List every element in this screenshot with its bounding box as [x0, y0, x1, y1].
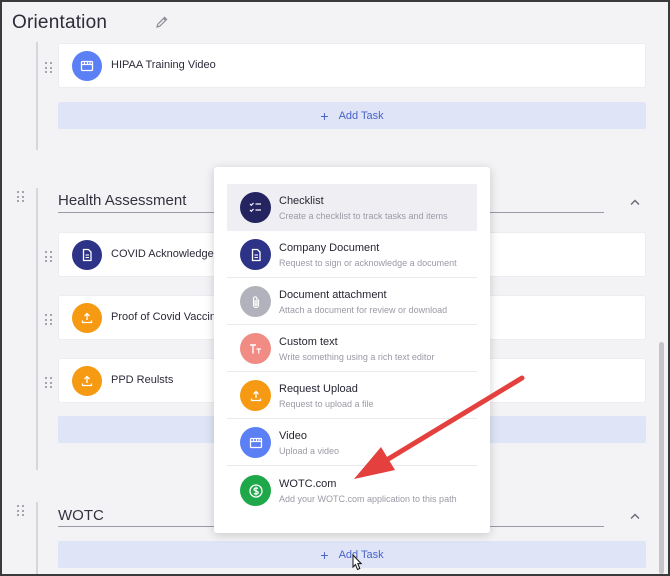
- section-drag-handle-icon[interactable]: [17, 191, 25, 203]
- drag-handle-icon[interactable]: [45, 314, 53, 326]
- plus-icon: +: [320, 546, 329, 563]
- section-title-wotc[interactable]: WOTC: [58, 507, 104, 524]
- chevron-up-icon[interactable]: [629, 198, 641, 206]
- chevron-up-icon[interactable]: [629, 512, 641, 520]
- checklist-icon: [240, 192, 271, 223]
- add-task-label: Add Task: [338, 548, 384, 561]
- section-drag-handle-icon[interactable]: [17, 505, 25, 517]
- menu-item-description: Attach a document for review or download: [279, 305, 448, 315]
- upload-icon: [72, 303, 102, 333]
- dollar-icon: [240, 475, 271, 506]
- text-icon: [240, 333, 271, 364]
- drag-handle-icon[interactable]: [45, 251, 53, 263]
- menu-item-title: Checklist: [279, 195, 324, 207]
- page-title: Orientation: [12, 12, 108, 33]
- menu-item-company-document[interactable]: Company Document Request to sign or ackn…: [227, 231, 477, 278]
- task-label: COVID Acknowledgem: [111, 248, 223, 260]
- upload-icon: [72, 366, 102, 396]
- paperclip-icon: [240, 286, 271, 317]
- section-connector-line: [36, 188, 38, 470]
- task-type-menu: Checklist Create a checklist to track ta…: [214, 167, 490, 533]
- menu-item-description: Request to upload a file: [279, 399, 374, 409]
- menu-item-description: Add your WOTC.com application to this pa…: [279, 494, 457, 504]
- add-task-button[interactable]: + Add Task: [58, 541, 646, 568]
- menu-item-document-attachment[interactable]: Document attachment Attach a document fo…: [227, 278, 477, 325]
- menu-item-title: Company Document: [279, 242, 380, 254]
- upload-icon: [240, 380, 271, 411]
- menu-item-description: Request to sign or acknowledge a documen…: [279, 258, 457, 268]
- document-icon: [72, 240, 102, 270]
- menu-item-title: WOTC.com: [279, 478, 337, 490]
- plus-icon: +: [320, 107, 329, 124]
- task-label: HIPAA Training Video: [111, 59, 216, 71]
- drag-handle-icon[interactable]: [45, 377, 53, 389]
- section-title-health-assessment[interactable]: Health Assessment: [58, 192, 186, 209]
- menu-item-description: Create a checklist to track tasks and it…: [279, 211, 448, 221]
- menu-item-video[interactable]: Video Upload a video: [227, 419, 477, 466]
- menu-item-checklist[interactable]: Checklist Create a checklist to track ta…: [227, 184, 477, 231]
- menu-item-custom-text[interactable]: Custom text Write something using a rich…: [227, 325, 477, 372]
- menu-item-description: Upload a video: [279, 446, 340, 456]
- video-icon: [240, 427, 271, 458]
- add-task-label: Add Task: [338, 109, 384, 122]
- document-icon: [240, 239, 271, 270]
- menu-item-title: Custom text: [279, 336, 338, 348]
- section-connector-line: [36, 502, 38, 574]
- menu-item-title: Document attachment: [279, 289, 387, 301]
- drag-handle-icon[interactable]: [45, 62, 53, 74]
- menu-item-description: Write something using a rich text editor: [279, 352, 435, 362]
- menu-item-title: Video: [279, 430, 307, 442]
- section-connector-line: [36, 42, 38, 150]
- scrollbar-thumb[interactable]: [659, 342, 664, 574]
- menu-item-wotc[interactable]: WOTC.com Add your WOTC.com application t…: [227, 467, 477, 514]
- add-task-button[interactable]: + Add Task: [58, 102, 646, 129]
- menu-item-request-upload[interactable]: Request Upload Request to upload a file: [227, 372, 477, 419]
- task-card-hipaa[interactable]: HIPAA Training Video: [58, 43, 646, 88]
- menu-item-title: Request Upload: [279, 383, 358, 395]
- app-frame: Orientation HIPAA Training Video + Add T…: [0, 0, 670, 576]
- pencil-icon[interactable]: [155, 15, 169, 29]
- video-icon: [72, 51, 102, 81]
- task-label: PPD Reulsts: [111, 374, 174, 386]
- menu-divider: [227, 465, 477, 466]
- task-label: Proof of Covid Vaccina: [111, 311, 223, 323]
